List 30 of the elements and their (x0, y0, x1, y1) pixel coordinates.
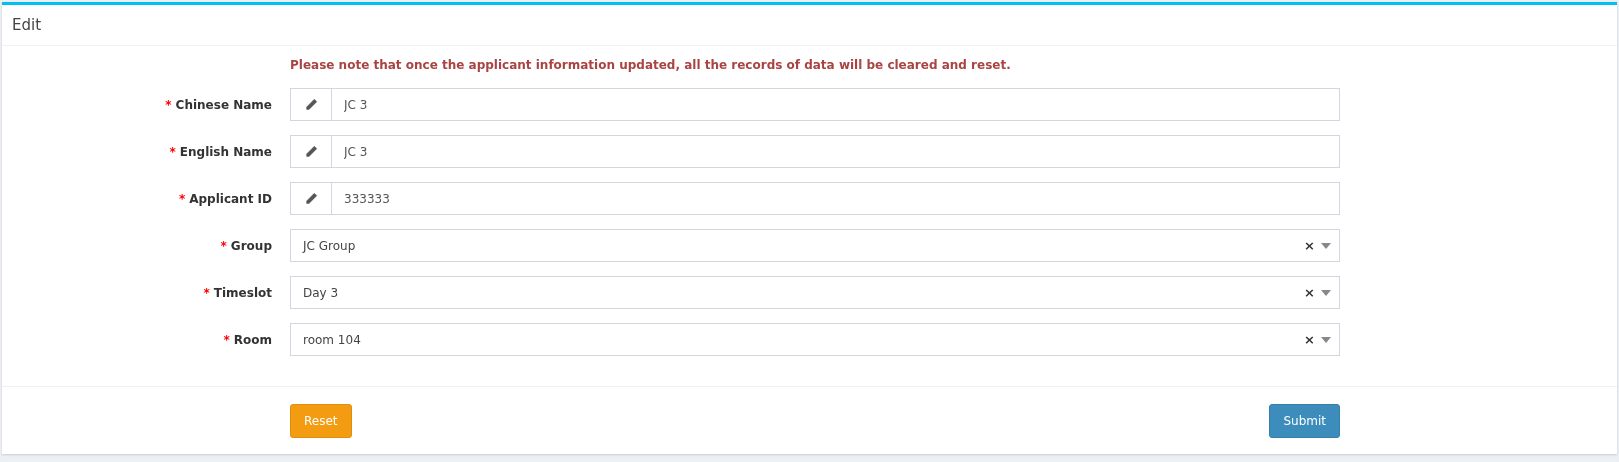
select-value: Day 3 (303, 285, 340, 300)
submit-button[interactable]: Submit (1269, 403, 1340, 438)
select-value: room 104 (303, 332, 362, 347)
pencil-icon (304, 98, 318, 111)
field-label: English Name (179, 144, 272, 159)
select-field[interactable]: room 104 × (290, 323, 1340, 356)
required-mark: * (223, 332, 230, 347)
required-mark: * (169, 144, 176, 159)
caret-icon (1321, 336, 1331, 343)
warning-notice: Please note that once the applicant information updated, all the records of data will be cleared and reset. (290, 58, 1012, 72)
select-field[interactable]: JC Group × (290, 229, 1340, 262)
caret-icon (1321, 289, 1331, 296)
required-mark: * (178, 191, 186, 206)
select-value: JC Group (303, 238, 357, 253)
clear-button[interactable]: × (1304, 238, 1315, 253)
field-label: Applicant ID (189, 191, 272, 206)
required-mark: * (203, 285, 210, 300)
clear-button[interactable]: × (1304, 285, 1315, 300)
field-label: Group (230, 238, 272, 253)
field-label: Chinese Name (175, 97, 272, 112)
required-mark: * (165, 97, 172, 112)
pencil-icon (304, 145, 318, 158)
pencil-icon (304, 192, 318, 205)
clear-button[interactable]: × (1304, 332, 1315, 347)
required-mark: * (220, 238, 227, 253)
field-label: Room (233, 332, 272, 347)
field-label: Timeslot (213, 285, 272, 300)
caret-icon (1321, 242, 1331, 249)
panel-title: Edit (12, 16, 42, 34)
select-field[interactable]: Day 3 × (290, 276, 1340, 309)
